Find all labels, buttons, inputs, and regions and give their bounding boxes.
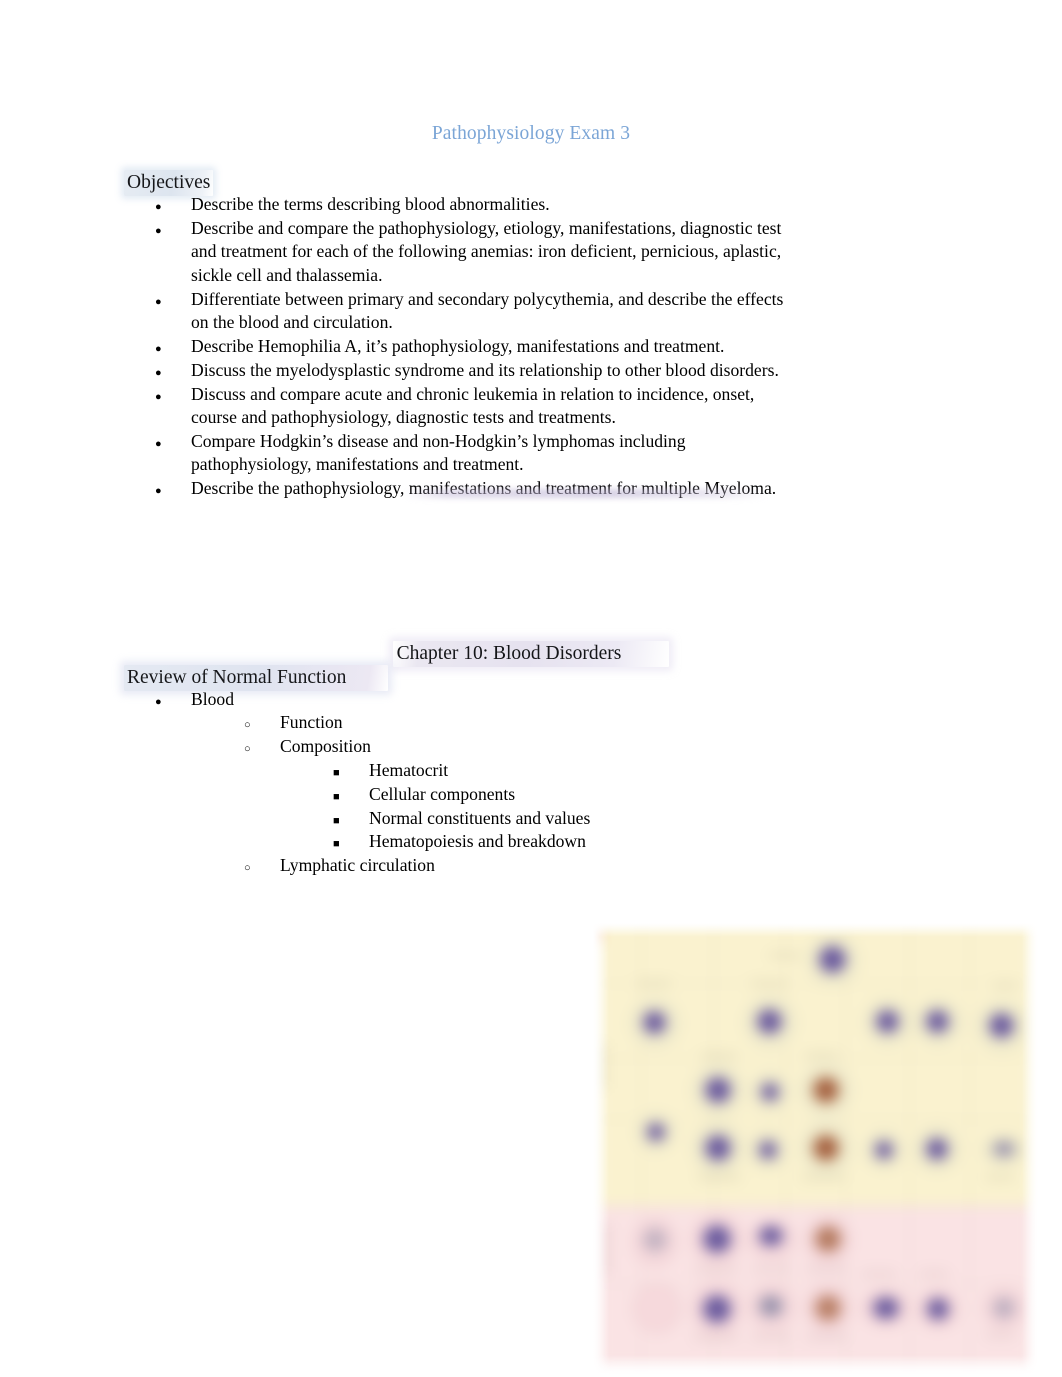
list-item: Describe the terms describing blood abno…	[155, 193, 795, 216]
list-item: Describe Hemophilia A, it’s pathophysiol…	[155, 335, 795, 358]
list-item: Cellular components	[333, 783, 795, 806]
review-of-normal-function-outline: Blood Function Composition Hematocrit	[155, 688, 795, 878]
bullet-circle-icon	[244, 854, 266, 880]
sublist-blood: Function Composition Hematocrit Cellular…	[191, 711, 795, 877]
list-item-text: Composition	[280, 736, 371, 757]
list-item: Describe and compare the pathophysiology…	[155, 217, 795, 287]
list-item-text: Compare Hodgkin’s disease and non-Hodgki…	[191, 431, 686, 475]
list-item: Function	[244, 711, 795, 734]
bullet-disc-icon	[155, 688, 177, 714]
bullet-circle-icon	[244, 735, 266, 761]
bullet-disc-icon	[155, 359, 177, 385]
list-item-text: Hematocrit	[369, 759, 449, 780]
section-heading-review-of-normal-function: Review of Normal Function	[124, 665, 389, 691]
bullet-square-icon	[333, 830, 355, 856]
list-item: Compare Hodgkin’s disease and non-Hodgki…	[155, 430, 795, 477]
section-heading-objectives: Objectives	[124, 170, 214, 196]
list-item-text: Cellular components	[369, 783, 516, 804]
bullet-disc-icon	[155, 217, 177, 243]
chapter-heading-label: Chapter 10: Blood Disorders	[392, 641, 670, 667]
list-item: Normal constituents and values	[333, 807, 795, 830]
list-item-text: Discuss the myelodysplastic syndrome and…	[191, 359, 779, 380]
list-item: Hematopoiesis and breakdown	[333, 830, 795, 853]
list-item-text: Hematopoiesis and breakdown	[369, 831, 586, 852]
list-item-text: Function	[280, 712, 343, 733]
list-item: Discuss the myelodysplastic syndrome and…	[155, 359, 795, 382]
objectives-list: Describe the terms describing blood abno…	[155, 193, 795, 501]
bullet-disc-icon	[155, 383, 177, 409]
list-item: Discuss and compare acute and chronic le…	[155, 383, 795, 430]
bullet-disc-icon	[155, 477, 177, 503]
bullet-disc-icon	[155, 193, 177, 219]
list-item-text: Differentiate between primary and second…	[191, 288, 784, 333]
list-item: Blood Function Composition Hematocrit	[155, 688, 795, 878]
list-item-text: Describe Hemophilia A, it’s pathophysiol…	[191, 335, 725, 356]
list-item: Hematocrit	[333, 759, 795, 782]
hematopoiesis-figure-canvas	[593, 923, 1038, 1375]
list-item: Describe the pathophysiology, manifestat…	[155, 477, 795, 500]
list-item-text: Lymphatic circulation	[280, 855, 435, 876]
bullet-square-icon	[333, 807, 355, 833]
list-item-text: Normal constituents and values	[369, 807, 591, 828]
sublist-composition: Hematocrit Cellular components Normal co…	[280, 759, 795, 854]
bullet-circle-icon	[244, 711, 266, 737]
list-item-text: Blood	[191, 689, 235, 709]
bullet-disc-icon	[155, 335, 177, 361]
page-title: Pathophysiology Exam 3	[431, 123, 631, 144]
bullet-square-icon	[333, 759, 355, 785]
list-item: Differentiate between primary and second…	[155, 288, 795, 335]
document-page: Pathophysiology Exam 3 Objectives Descri…	[0, 0, 1062, 1377]
list-item-text: Describe and compare the pathophysiology…	[191, 217, 782, 285]
list-item-text: Describe the pathophysiology, manifestat…	[191, 478, 777, 499]
bullet-disc-icon	[155, 430, 177, 456]
list-item-text: Describe the terms describing blood abno…	[191, 194, 550, 214]
chapter-heading: Chapter 10: Blood Disorders	[0, 641, 1062, 667]
hematopoiesis-figure	[593, 923, 1038, 1375]
list-item-text: Discuss and compare acute and chronic le…	[191, 383, 755, 428]
bullet-disc-icon	[155, 288, 177, 314]
list-item: Composition Hematocrit Cellular componen…	[244, 735, 795, 854]
bullet-square-icon	[333, 783, 355, 809]
list-item: Lymphatic circulation	[244, 854, 795, 877]
